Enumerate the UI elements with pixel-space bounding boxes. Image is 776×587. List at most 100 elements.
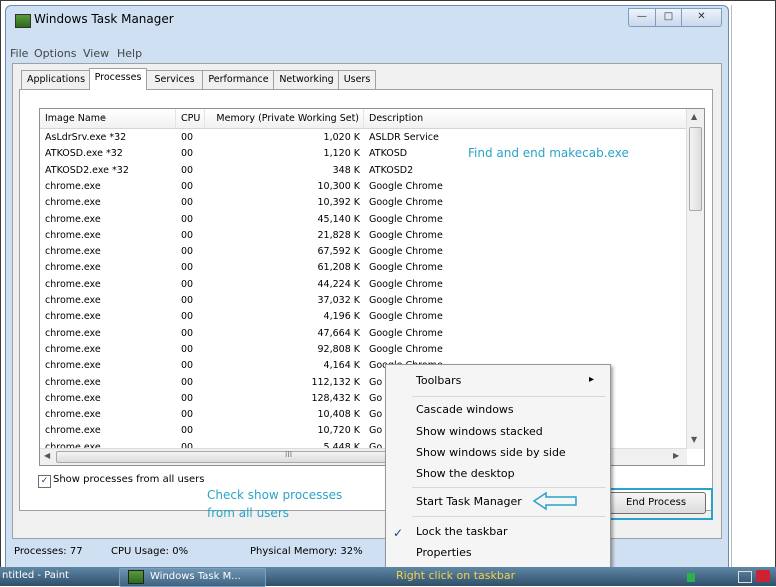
column-header-image-name[interactable]: ▴ Image Name (40, 109, 176, 129)
table-row[interactable]: ATKOSD2.exe *32 00 348 K ATKOSD2 (40, 163, 684, 180)
cell-image-name: chrome.exe (45, 425, 101, 437)
menu-separator (412, 396, 606, 397)
task-manager-client: Applications Processes Services Performa… (12, 63, 722, 539)
show-all-users-checkbox[interactable]: ✓ (38, 475, 51, 488)
close-button[interactable]: ✕ (681, 8, 722, 27)
column-header-memory[interactable]: Memory (Private Working Set) (205, 109, 364, 129)
window-title: Windows Task Manager (34, 12, 174, 26)
scroll-up-icon[interactable]: ▲ (691, 112, 697, 121)
cell-image-name: chrome.exe (45, 213, 101, 225)
tab-applications[interactable]: Applications (21, 70, 91, 89)
tab-performance[interactable]: Performance (202, 70, 275, 89)
table-row[interactable]: chrome.exe 00 4,196 K Google Chrome (40, 309, 684, 326)
table-row[interactable]: chrome.exe 00 92,808 K Google Chrome (40, 342, 684, 359)
cell-image-name: chrome.exe (45, 311, 101, 323)
flag-icon[interactable] (738, 571, 752, 583)
notification-icon[interactable] (756, 570, 770, 582)
menu-item-lock-taskbar[interactable]: Lock the taskbar (416, 525, 508, 538)
menu-item-start-task-manager[interactable]: Start Task Manager (416, 495, 522, 508)
table-row[interactable]: chrome.exe 00 44,224 K Google Chrome (40, 277, 684, 294)
menu-item-cascade[interactable]: Cascade windows (416, 403, 514, 416)
menu-view[interactable]: View (83, 47, 109, 60)
cell-cpu: 00 (181, 343, 194, 355)
cell-memory: 112,132 K (311, 376, 360, 388)
menu-help[interactable]: Help (117, 47, 142, 60)
status-bar: Processes: 77 CPU Usage: 0% Physical Mem… (12, 542, 720, 564)
cell-image-name: chrome.exe (45, 246, 101, 258)
table-row[interactable]: chrome.exe 00 10,300 K Google Chrome (40, 179, 684, 196)
end-process-button[interactable]: End Process (606, 492, 706, 514)
maximize-button[interactable]: □ (655, 8, 682, 27)
cell-description: Go (369, 409, 383, 421)
table-row[interactable]: chrome.exe 00 61,208 K Google Chrome (40, 260, 684, 277)
table-row[interactable]: chrome.exe 00 21,828 K Google Chrome (40, 228, 684, 245)
menu-item-stacked[interactable]: Show windows stacked (416, 425, 543, 438)
menu-item-properties[interactable]: Properties (416, 546, 472, 559)
cell-cpu: 00 (181, 229, 194, 241)
cell-image-name: chrome.exe (45, 376, 101, 388)
cell-memory: 4,164 K (323, 360, 360, 372)
cell-description: ATKOSD2 (369, 164, 414, 176)
submenu-arrow-icon: ▸ (589, 374, 595, 385)
scroll-grip-icon: III (285, 450, 293, 459)
cell-cpu: 00 (181, 295, 194, 306)
scroll-right-icon[interactable]: ▶ (673, 451, 679, 460)
column-header-description[interactable]: Description (364, 109, 687, 129)
taskbar[interactable]: ntitled - Paint Windows Task M... Right … (0, 567, 776, 587)
cell-description: Google Chrome (369, 213, 443, 225)
tab-services[interactable]: Services (145, 70, 204, 89)
cell-memory: 44,224 K (317, 278, 361, 290)
table-row[interactable]: chrome.exe 00 47,664 K Google Chrome (40, 326, 684, 343)
menu-item-toolbars[interactable]: Toolbars (416, 374, 461, 387)
scroll-down-icon[interactable]: ▼ (691, 435, 697, 444)
table-row[interactable]: chrome.exe 00 37,032 K Google Chrome (40, 293, 684, 310)
taskbar-item-task-manager-button[interactable]: Windows Task M... (119, 568, 266, 587)
caption-buttons: — □ ✕ (628, 8, 722, 27)
show-all-users-label[interactable]: Show processes from all users (53, 474, 204, 485)
cell-memory: 47,664 K (317, 327, 361, 339)
vertical-scrollbar[interactable]: ▲ ▼ (686, 109, 704, 449)
table-row[interactable]: chrome.exe 00 67,592 K Google Chrome (40, 244, 684, 261)
tray-indicator-icon[interactable] (687, 573, 695, 582)
cell-memory: 348 K (332, 164, 360, 176)
scroll-left-icon[interactable]: ◀ (44, 451, 50, 460)
cell-image-name: chrome.exe (45, 343, 101, 355)
taskbar-item-paint[interactable]: ntitled - Paint (2, 570, 69, 581)
annotation-right-click-taskbar: Right click on taskbar (396, 569, 516, 582)
cell-image-name: chrome.exe (45, 295, 101, 306)
cell-image-name: ATKOSD.exe *32 (45, 148, 123, 160)
annotation-check-line2: from all users (207, 506, 290, 520)
column-header-cpu[interactable]: CPU (176, 109, 205, 129)
cell-cpu: 00 (181, 148, 194, 160)
cell-cpu: 00 (181, 392, 194, 404)
status-memory: Physical Memory: 32% (250, 546, 363, 557)
menu-separator (412, 487, 606, 488)
cell-description: Google Chrome (369, 327, 443, 339)
table-row[interactable]: chrome.exe 00 45,140 K Google Chrome (40, 212, 684, 229)
cell-memory: 10,300 K (317, 180, 361, 192)
table-row[interactable]: AsLdrSrv.exe *32 00 1,020 K ASLDR Service (40, 130, 684, 147)
cell-description: ASLDR Service (369, 132, 439, 143)
annotation-check-line1: Check show processes (207, 488, 343, 502)
cell-description: Go (369, 392, 383, 404)
tab-users[interactable]: Users (338, 70, 376, 89)
menu-options[interactable]: Options (34, 47, 76, 60)
tab-networking[interactable]: Networking (273, 70, 340, 89)
tab-processes[interactable]: Processes (89, 68, 147, 90)
cell-image-name: AsLdrSrv.exe *32 (45, 132, 127, 143)
menu-item-side-by-side[interactable]: Show windows side by side (416, 446, 566, 459)
arrow-left-icon (532, 491, 577, 511)
menu-file[interactable]: File (10, 47, 28, 60)
sort-up-icon: ▴ (102, 112, 107, 121)
table-row[interactable]: chrome.exe 00 10,392 K Google Chrome (40, 195, 684, 212)
cell-description: Google Chrome (369, 246, 443, 258)
taskbar-context-menu: Toolbars ▸ Cascade windows Show windows … (385, 364, 611, 568)
cell-description: ATKOSD (369, 148, 408, 160)
menu-item-show-desktop[interactable]: Show the desktop (416, 467, 515, 480)
cell-memory: 4,196 K (323, 311, 360, 323)
minimize-button[interactable]: — (628, 8, 656, 27)
vertical-scroll-thumb[interactable] (689, 127, 702, 211)
cell-cpu: 00 (181, 262, 194, 274)
cell-description: Google Chrome (369, 343, 443, 355)
cell-image-name: chrome.exe (45, 392, 101, 404)
